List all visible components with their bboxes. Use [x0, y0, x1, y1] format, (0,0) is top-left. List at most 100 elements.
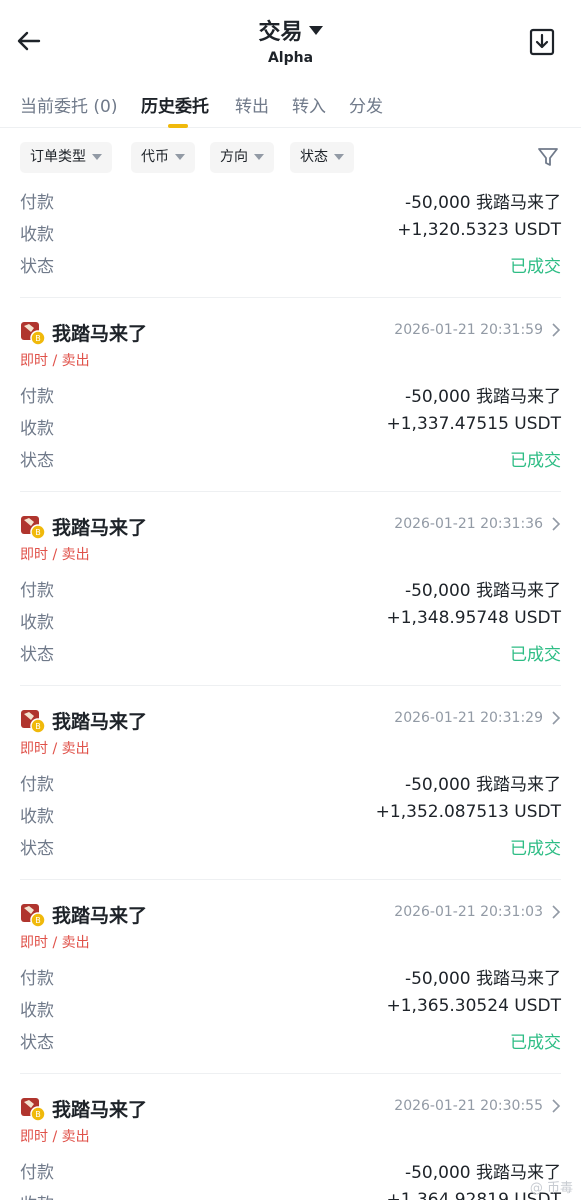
tab-bar: 当前委托 (0) 历史委托 转出 转入 分发 — [0, 88, 581, 128]
pay-value: -50,000 我踏马来了 — [404, 581, 561, 601]
pay-label: 付款 — [20, 775, 54, 795]
status-value: 已成交 — [510, 1033, 561, 1053]
order-type: 即时 / 卖出 — [20, 353, 90, 369]
status-row: 状态 已成交 — [20, 636, 561, 668]
filter-order-type-label: 订单类型 — [30, 149, 86, 165]
status-row: 状态 已成交 — [20, 248, 561, 280]
order-type: 即时 / 卖出 — [20, 1129, 90, 1145]
pay-value: -50,000 我踏马来了 — [404, 193, 561, 213]
coin-logo-icon: B — [21, 710, 46, 734]
filter-status[interactable]: 状态 — [290, 142, 354, 173]
svg-text:B: B — [35, 916, 41, 925]
pay-value: -50,000 我踏马来了 — [404, 969, 561, 989]
receive-value: +1,337.47515 USDT — [386, 414, 561, 434]
chevron-right-icon — [552, 1099, 561, 1113]
tab-distribution[interactable]: 分发 — [349, 92, 383, 117]
receive-label: 收款 — [20, 1190, 54, 1200]
download-icon[interactable] — [529, 28, 555, 56]
order-card-header[interactable]: B 我踏马来了 即时 / 卖出 2026-01-21 20:31:36 — [20, 510, 561, 566]
tab-transfer-in[interactable]: 转入 — [292, 92, 326, 117]
receive-label: 收款 — [20, 419, 54, 439]
tab-order-history[interactable]: 历史委托 — [141, 92, 209, 117]
status-label: 状态 — [20, 839, 54, 859]
funnel-filter-icon[interactable] — [537, 146, 559, 168]
receive-row: 收款 +1,352.087513 USDT — [20, 798, 561, 830]
divider — [20, 491, 561, 492]
coin-name: 我踏马来了 — [52, 517, 148, 539]
status-label: 状态 — [20, 645, 54, 665]
receive-row: 收款 +1,320.5323 USDT — [20, 216, 561, 248]
title-selector[interactable]: 交易 — [0, 14, 581, 46]
coin-logo-icon: B — [21, 1098, 46, 1122]
page-title: 交易 — [258, 20, 303, 45]
caret-down-icon — [254, 154, 264, 160]
chevron-right-icon — [552, 323, 561, 337]
pay-row: 付款 -50,000 我踏马来了 — [20, 184, 561, 216]
filter-status-label: 状态 — [300, 149, 328, 165]
svg-text:B: B — [35, 722, 41, 731]
coin-name: 我踏马来了 — [52, 711, 148, 733]
watermark-label: 币毒 — [546, 1181, 573, 1196]
order-time: 2026-01-21 20:30:55 — [394, 1098, 543, 1114]
filter-direction-label: 方向 — [220, 149, 248, 165]
active-tab-indicator — [168, 124, 188, 128]
pay-value: -50,000 我踏马来了 — [404, 387, 561, 407]
filter-direction[interactable]: 方向 — [210, 142, 274, 173]
tab-transfer-out[interactable]: 转出 — [235, 92, 269, 117]
caret-down-icon — [92, 154, 102, 160]
coin-name: 我踏马来了 — [52, 1099, 148, 1121]
pay-label: 付款 — [20, 193, 54, 213]
caret-down-icon — [308, 25, 323, 35]
page-subtitle: Alpha — [267, 50, 314, 66]
status-label: 状态 — [20, 1033, 54, 1053]
receive-value: +1,365.30524 USDT — [386, 996, 561, 1016]
receive-label: 收款 — [20, 225, 54, 245]
watermark-text: @ 币毒 — [529, 1181, 573, 1196]
svg-text:B: B — [35, 1110, 41, 1119]
divider — [20, 685, 561, 686]
status-row: 状态 已成交 — [20, 830, 561, 862]
order-time: 2026-01-21 20:31:29 — [394, 710, 543, 726]
pay-row: 付款 -50,000 我踏马来了 — [20, 1154, 561, 1186]
order-card-header[interactable]: B 我踏马来了 即时 / 卖出 2026-01-21 20:31:59 — [20, 316, 561, 372]
chevron-right-icon — [552, 905, 561, 919]
receive-row: 收款 +1,365.30524 USDT — [20, 992, 561, 1024]
order-type: 即时 / 卖出 — [20, 935, 90, 951]
status-value: 已成交 — [510, 257, 561, 277]
receive-label: 收款 — [20, 807, 54, 827]
pay-row: 付款 -50,000 我踏马来了 — [20, 378, 561, 410]
filter-order-type[interactable]: 订单类型 — [20, 142, 112, 173]
receive-label: 收款 — [20, 613, 54, 633]
caret-down-icon — [175, 154, 185, 160]
order-type: 即时 / 卖出 — [20, 741, 90, 757]
pay-value: -50,000 我踏马来了 — [404, 775, 561, 795]
receive-value: +1,348.95748 USDT — [386, 608, 561, 628]
svg-text:B: B — [35, 528, 41, 537]
order-card-header[interactable]: B 我踏马来了 即时 / 卖出 2026-01-21 20:31:29 — [20, 704, 561, 760]
status-label: 状态 — [20, 451, 54, 471]
coin-name: 我踏马来了 — [52, 323, 148, 345]
order-time: 2026-01-21 20:31:36 — [394, 516, 543, 532]
svg-text:B: B — [35, 334, 41, 343]
pay-row: 付款 -50,000 我踏马来了 — [20, 766, 561, 798]
caret-down-icon — [334, 154, 344, 160]
pay-label: 付款 — [20, 387, 54, 407]
order-card-header[interactable]: B 我踏马来了 即时 / 卖出 2026-01-21 20:30:55 — [20, 1092, 561, 1148]
filter-coin-label: 代币 — [141, 149, 169, 165]
status-row: 状态 已成交 — [20, 1024, 561, 1056]
tab-current-orders[interactable]: 当前委托 (0) — [20, 92, 117, 117]
status-value: 已成交 — [510, 451, 561, 471]
coin-logo-icon: B — [21, 322, 46, 346]
receive-value: +1,320.5323 USDT — [397, 220, 561, 240]
coin-logo-icon: B — [21, 516, 46, 540]
receive-row: 收款 +1,348.95748 USDT — [20, 604, 561, 636]
chevron-right-icon — [552, 517, 561, 531]
pay-label: 付款 — [20, 1163, 54, 1183]
chevron-right-icon — [552, 711, 561, 725]
receive-value: +1,352.087513 USDT — [375, 802, 561, 822]
pay-row: 付款 -50,000 我踏马来了 — [20, 960, 561, 992]
order-card-header[interactable]: B 我踏马来了 即时 / 卖出 2026-01-21 20:31:03 — [20, 898, 561, 954]
receive-label: 收款 — [20, 1001, 54, 1021]
filter-coin[interactable]: 代币 — [131, 142, 195, 173]
coin-logo-icon: B — [21, 904, 46, 928]
